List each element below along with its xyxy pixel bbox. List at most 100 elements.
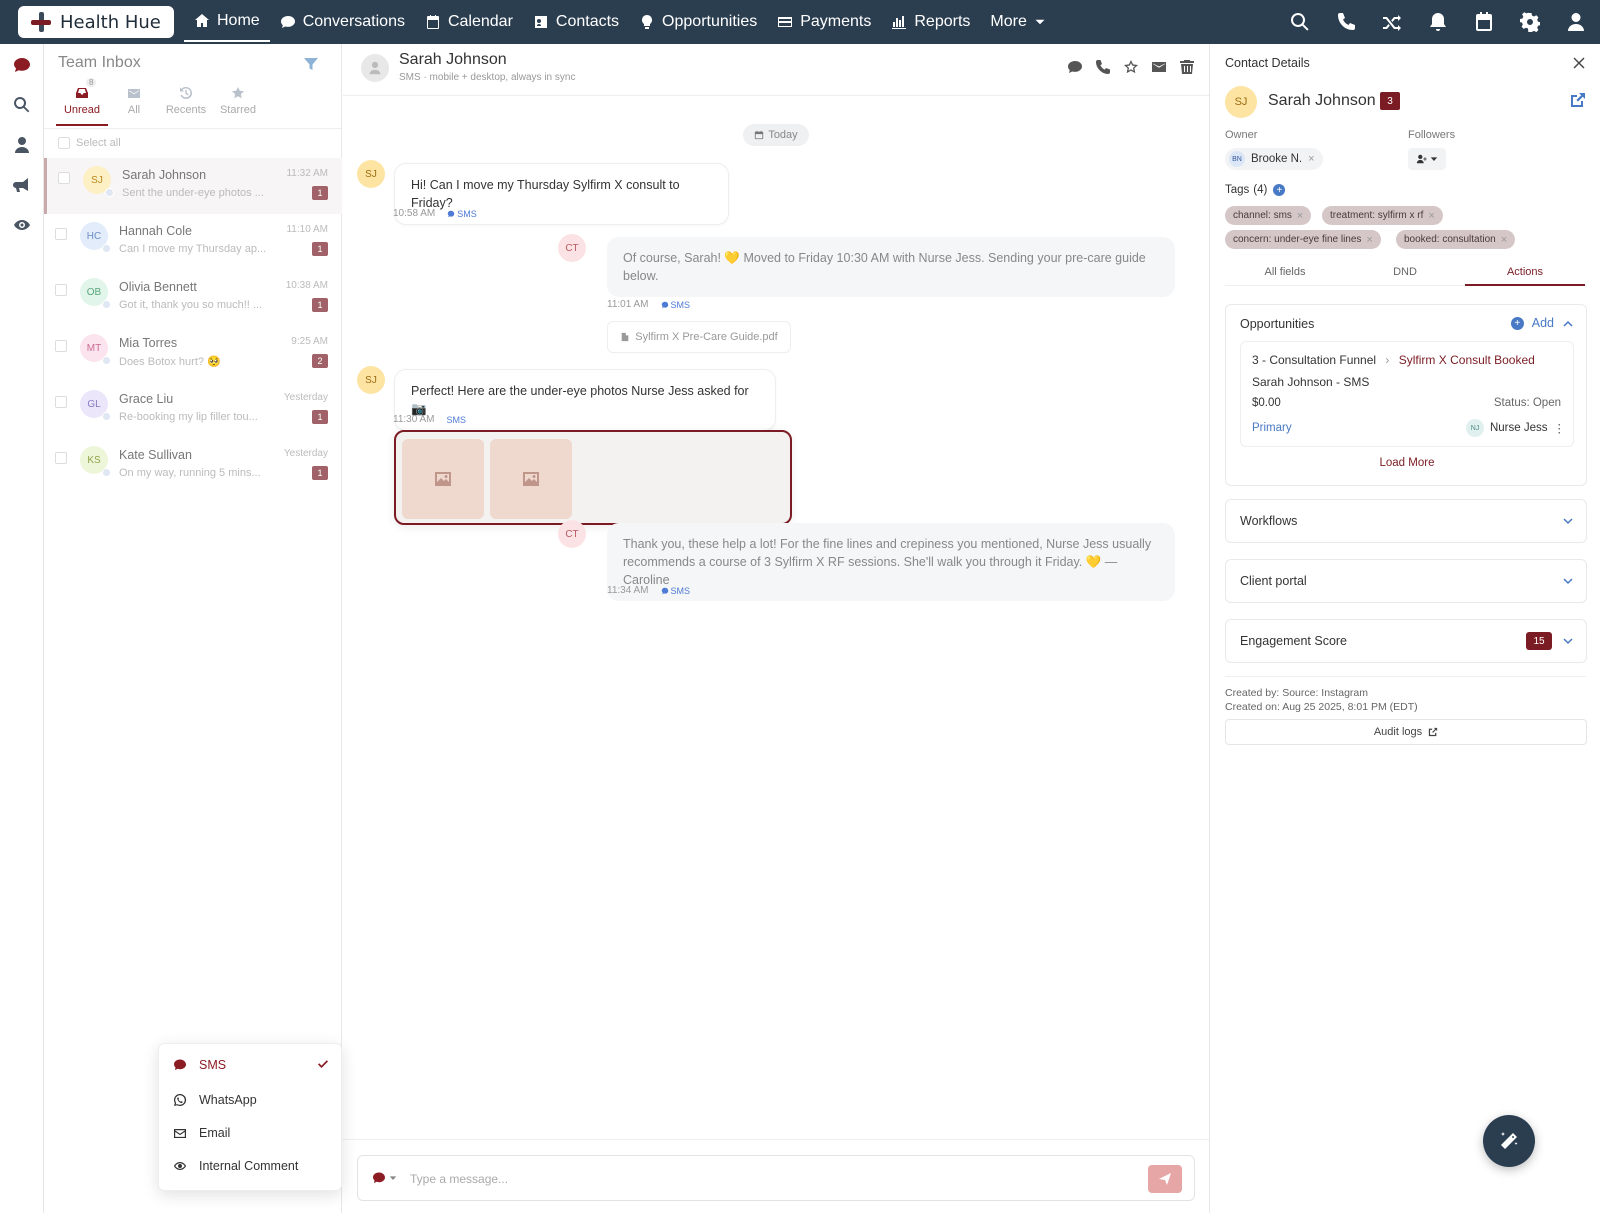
- remove-icon[interactable]: ×: [1297, 210, 1303, 222]
- contact-badge: 3: [1380, 92, 1400, 110]
- external-link-icon[interactable]: [1570, 92, 1586, 108]
- chat-bubble-icon: [661, 301, 668, 308]
- eye-icon: [174, 1162, 186, 1170]
- opportunity-item[interactable]: 3 - Consultation Funnel › Sylfirm X Cons…: [1240, 341, 1574, 447]
- trash-icon[interactable]: [1179, 59, 1195, 75]
- select-all-checkbox[interactable]: [58, 137, 70, 149]
- plus-circle-icon: +: [1510, 316, 1524, 330]
- conversation-item[interactable]: MT Mia Torres Does Botox hurt? 🥺 9:25 AM 2: [44, 326, 342, 382]
- conversation-checkbox[interactable]: [55, 284, 67, 296]
- image-icon: [435, 472, 451, 486]
- remove-icon[interactable]: ×: [1366, 234, 1372, 246]
- opportunity-pipeline-row: 3 - Consultation Funnel › Sylfirm X Cons…: [1252, 353, 1535, 367]
- select-all-row[interactable]: Select all: [58, 137, 121, 149]
- conversation-item[interactable]: GL Grace Liu Re-booking my lip filler tou.…: [44, 382, 342, 438]
- pdf-attachment[interactable]: Sylfirm X Pre-Care Guide.pdf: [607, 321, 791, 353]
- assignee-avatar: NJ: [1465, 419, 1484, 437]
- send-button[interactable]: [1148, 1165, 1182, 1193]
- load-more-button[interactable]: Load More: [1226, 457, 1588, 469]
- remove-icon[interactable]: ×: [1428, 210, 1434, 222]
- menu-item-internal-comment[interactable]: Internal Comment: [173, 1159, 298, 1173]
- tab-dnd[interactable]: DND: [1345, 266, 1465, 278]
- remove-icon[interactable]: ×: [1308, 153, 1314, 165]
- contact-avatar: [361, 54, 389, 82]
- unread-count-badge: 1: [312, 186, 328, 200]
- menu-item-sms[interactable]: SMS: [173, 1058, 226, 1072]
- calendar-icon[interactable]: [1474, 12, 1494, 32]
- nav-conversations[interactable]: Conversations: [270, 0, 415, 44]
- tab-unread[interactable]: 8 Unread: [56, 78, 108, 126]
- remove-icon[interactable]: ×: [1501, 234, 1507, 246]
- chat-bubble-icon[interactable]: [1067, 59, 1083, 75]
- chevron-down-icon[interactable]: [1562, 635, 1574, 647]
- photo-attachments-selected[interactable]: [394, 430, 792, 525]
- brand-logo[interactable]: Health Hue: [18, 6, 174, 38]
- magic-wand-button[interactable]: [1483, 1115, 1535, 1167]
- tab-recents[interactable]: Recents: [160, 84, 212, 126]
- search-icon[interactable]: [13, 96, 31, 114]
- search-icon[interactable]: [1290, 12, 1310, 32]
- workflows-title: Workflows: [1240, 514, 1298, 528]
- email-icon[interactable]: [1151, 59, 1167, 75]
- add-follower-button[interactable]: [1408, 148, 1446, 170]
- chat-icon[interactable]: [13, 56, 31, 74]
- owner-chip[interactable]: BN Brooke N. ×: [1225, 148, 1323, 170]
- add-opportunity-button[interactable]: + Add: [1510, 316, 1554, 330]
- close-icon[interactable]: [1572, 56, 1586, 70]
- conversation-item[interactable]: SJ Sarah Johnson Sent the under-eye photos…: [44, 158, 342, 214]
- conversation-checkbox[interactable]: [55, 228, 67, 240]
- bell-icon[interactable]: [1428, 12, 1448, 32]
- conversation-item[interactable]: KS Kate Sullivan On my way, running 5 mins…: [44, 438, 342, 494]
- add-tag-icon[interactable]: +: [1273, 184, 1286, 196]
- tab-all[interactable]: All: [108, 84, 160, 126]
- nav-more[interactable]: More: [980, 0, 1055, 44]
- gear-icon[interactable]: [1520, 12, 1540, 32]
- nav-reports[interactable]: Reports: [881, 0, 980, 44]
- conversation-item[interactable]: HC Hannah Cole Can I move my Thursday ap..…: [44, 214, 342, 270]
- message-input[interactable]: Type a message...: [410, 1172, 508, 1186]
- conversation-checkbox[interactable]: [55, 340, 67, 352]
- sms-tag-label: SMS: [446, 414, 467, 425]
- star-outline-icon[interactable]: [1123, 59, 1139, 75]
- photo-thumbnail[interactable]: [402, 439, 484, 519]
- chevron-down-icon[interactable]: [1562, 575, 1574, 587]
- phone-icon[interactable]: [1095, 59, 1111, 75]
- photo-thumbnail[interactable]: [490, 439, 572, 519]
- phone-icon[interactable]: [1336, 12, 1356, 32]
- channel-selector[interactable]: [372, 1171, 397, 1185]
- filter-icon[interactable]: [303, 56, 319, 72]
- engagement-score-card[interactable]: Engagement Score 15: [1225, 619, 1587, 663]
- shuffle-icon[interactable]: [1382, 12, 1402, 32]
- nav-home[interactable]: Home: [184, 2, 270, 42]
- nav-opportunities[interactable]: Opportunities: [629, 0, 767, 44]
- conversation-snippet: Does Botox hurt? 🥺: [119, 356, 221, 368]
- megaphone-icon[interactable]: [13, 176, 31, 194]
- conversation-item[interactable]: OB Olivia Bennett Got it, thank you so muc…: [44, 270, 342, 326]
- user-profile-icon[interactable]: [1566, 12, 1586, 32]
- conversation-checkbox[interactable]: [58, 172, 70, 184]
- tab-starred[interactable]: Starred: [212, 84, 264, 126]
- client-portal-card[interactable]: Client portal: [1225, 559, 1587, 603]
- conversation-checkbox[interactable]: [55, 452, 67, 464]
- nav-payments[interactable]: Payments: [767, 0, 881, 44]
- menu-item-whatsapp[interactable]: WhatsApp: [173, 1093, 257, 1107]
- menu-item-email[interactable]: Email: [173, 1126, 230, 1140]
- conversation-time: Yesterday: [283, 448, 328, 459]
- home-icon: [195, 14, 209, 27]
- more-vertical-icon[interactable]: ⋮: [1554, 421, 1566, 435]
- chevron-down-icon[interactable]: [1562, 515, 1574, 527]
- workflows-card[interactable]: Workflows: [1225, 499, 1587, 543]
- created-by: Created by: Source: Instagram: [1225, 687, 1368, 699]
- chevron-up-icon[interactable]: [1562, 318, 1574, 330]
- person-icon[interactable]: [13, 136, 31, 154]
- tag-label: treatment: sylfirm x rf: [1330, 210, 1424, 221]
- conversation-checkbox[interactable]: [55, 396, 67, 408]
- nav-calendar[interactable]: Calendar: [415, 0, 523, 44]
- audit-logs-button[interactable]: Audit logs: [1225, 719, 1587, 745]
- eye-icon[interactable]: [13, 216, 31, 234]
- tab-actions[interactable]: Actions: [1465, 266, 1585, 286]
- tab-all-fields[interactable]: All fields: [1225, 266, 1345, 278]
- audit-logs-label: Audit logs: [1373, 726, 1423, 738]
- nav-contacts[interactable]: Contacts: [523, 0, 629, 44]
- conversation-time: Yesterday: [283, 392, 328, 403]
